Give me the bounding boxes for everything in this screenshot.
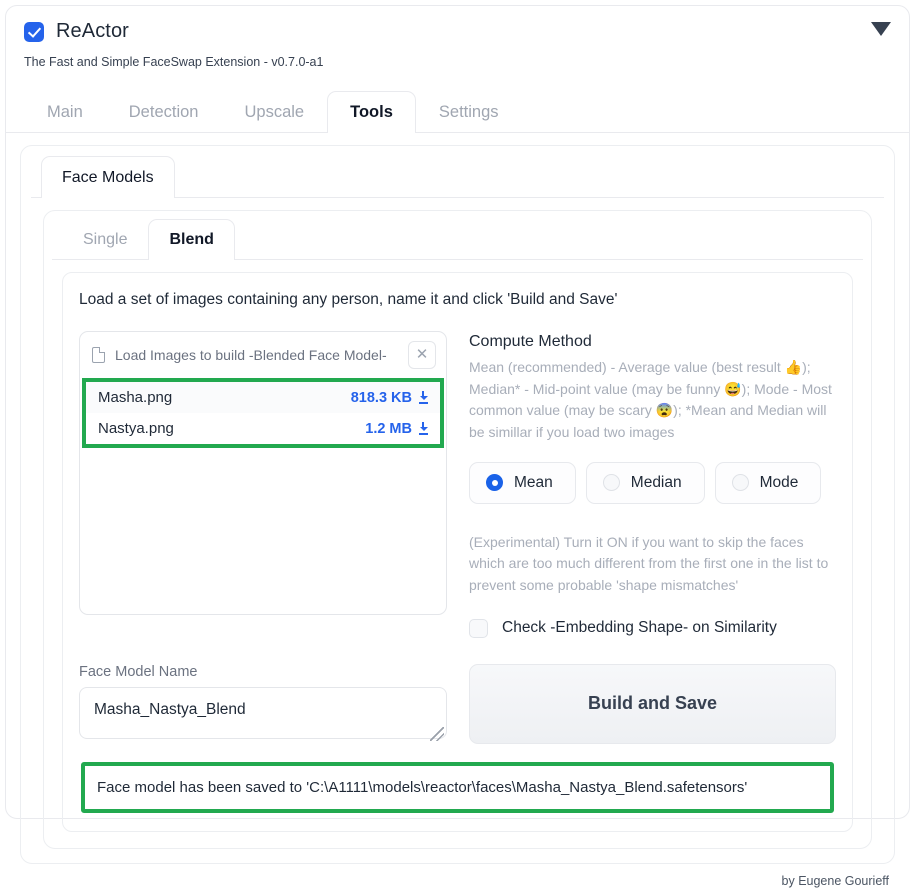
status-message-box: Face model has been saved to 'C:\A1111\m… — [81, 761, 834, 813]
compute-column: Compute Method Mean (recommended) - Aver… — [469, 331, 836, 638]
image-upload-box[interactable]: Load Images to build -Blended Face Model… — [79, 331, 447, 615]
upload-label: Load Images to build -Blended Face Model… — [115, 347, 387, 363]
tab-tools[interactable]: Tools — [327, 91, 416, 133]
tab-face-models[interactable]: Face Models — [41, 156, 175, 198]
face-model-name-wrap — [79, 686, 447, 744]
radio-dot-icon — [731, 474, 749, 492]
tab-single[interactable]: Single — [62, 219, 148, 259]
face-model-name-column: Face Model Name — [79, 664, 447, 744]
upload-column: Load Images to build -Blended Face Model… — [79, 331, 447, 615]
radio-dot-icon — [602, 474, 620, 492]
build-and-save-button[interactable]: Build and Save — [469, 663, 836, 744]
similarity-checkbox-row[interactable]: Check -Embedding Shape- on Similarity — [469, 618, 836, 638]
list-item[interactable]: Nastya.png 1.2 MB — [86, 413, 440, 444]
blend-instructions: Load a set of images containing any pers… — [79, 291, 618, 308]
blend-pane: Load a set of images containing any pers… — [62, 272, 853, 832]
close-icon[interactable]: ✕ — [408, 341, 436, 369]
file-icon — [92, 347, 105, 363]
list-item[interactable]: Masha.png 818.3 KB — [86, 382, 440, 413]
face-model-name-input[interactable] — [79, 686, 447, 739]
main-tabbar: Main Detection Upscale Tools Settings — [6, 91, 909, 133]
tab-settings[interactable]: Settings — [416, 91, 522, 132]
compute-method-radio-group: Mean Median Mode — [469, 461, 836, 504]
tab-blend[interactable]: Blend — [148, 219, 235, 260]
radio-dot-icon — [486, 474, 503, 492]
reactor-enable-checkbox[interactable] — [24, 21, 44, 42]
single-blend-tabbar: Single Blend — [52, 219, 863, 260]
radio-label: Mode — [759, 473, 799, 491]
file-size-group[interactable]: 1.2 MB — [365, 421, 428, 437]
similarity-checkbox[interactable] — [469, 618, 488, 638]
bottom-row: Face Model Name Build and Save — [79, 663, 836, 744]
compute-method-title: Compute Method — [469, 333, 592, 350]
file-size: 1.2 MB — [365, 420, 412, 437]
tab-detection[interactable]: Detection — [106, 91, 222, 132]
blend-columns: Load Images to build -Blended Face Model… — [79, 331, 836, 638]
file-size-group[interactable]: 818.3 KB — [351, 390, 428, 406]
radio-median[interactable]: Median — [585, 461, 705, 504]
status-message: Face model has been saved to 'C:\A1111\m… — [97, 778, 748, 796]
facemodels-tabbar: Face Models — [31, 156, 884, 198]
file-size: 818.3 KB — [350, 389, 412, 406]
file-name: Masha.png — [98, 389, 173, 406]
file-list-highlight: Masha.png 818.3 KB Nastya.png 1.2 MB — [82, 378, 444, 448]
app-header: ReActor The Fast and Simple FaceSwap Ext… — [6, 6, 909, 69]
download-icon[interactable] — [419, 422, 428, 435]
file-name: Nastya.png — [98, 420, 174, 437]
radio-label: Mean — [514, 473, 553, 491]
tools-panel: Face Models Single Blend Load a set of i… — [20, 145, 895, 864]
tab-main[interactable]: Main — [24, 91, 106, 132]
similarity-description: (Experimental) Turn it ON if you want to… — [469, 533, 829, 594]
page-title: ReActor — [56, 20, 129, 42]
compute-method-description: Mean (recommended) - Average value (best… — [469, 359, 832, 441]
tab-upscale[interactable]: Upscale — [221, 91, 327, 132]
footer-credit: by Eugene Gourieff — [781, 873, 889, 888]
app-subtitle: The Fast and Simple FaceSwap Extension -… — [24, 55, 324, 69]
radio-mode[interactable]: Mode — [714, 461, 822, 504]
download-icon[interactable] — [419, 391, 428, 404]
upload-header: Load Images to build -Blended Face Model… — [80, 332, 446, 378]
chevron-down-icon[interactable] — [871, 22, 891, 36]
face-models-panel: Single Blend Load a set of images contai… — [43, 210, 872, 849]
title-row: ReActor — [24, 20, 891, 43]
similarity-checkbox-label: Check -Embedding Shape- on Similarity — [502, 619, 777, 637]
reactor-app-panel: ReActor The Fast and Simple FaceSwap Ext… — [5, 5, 910, 888]
radio-mean[interactable]: Mean — [469, 461, 576, 504]
radio-label: Median — [630, 473, 682, 491]
face-model-name-label: Face Model Name — [79, 663, 198, 680]
